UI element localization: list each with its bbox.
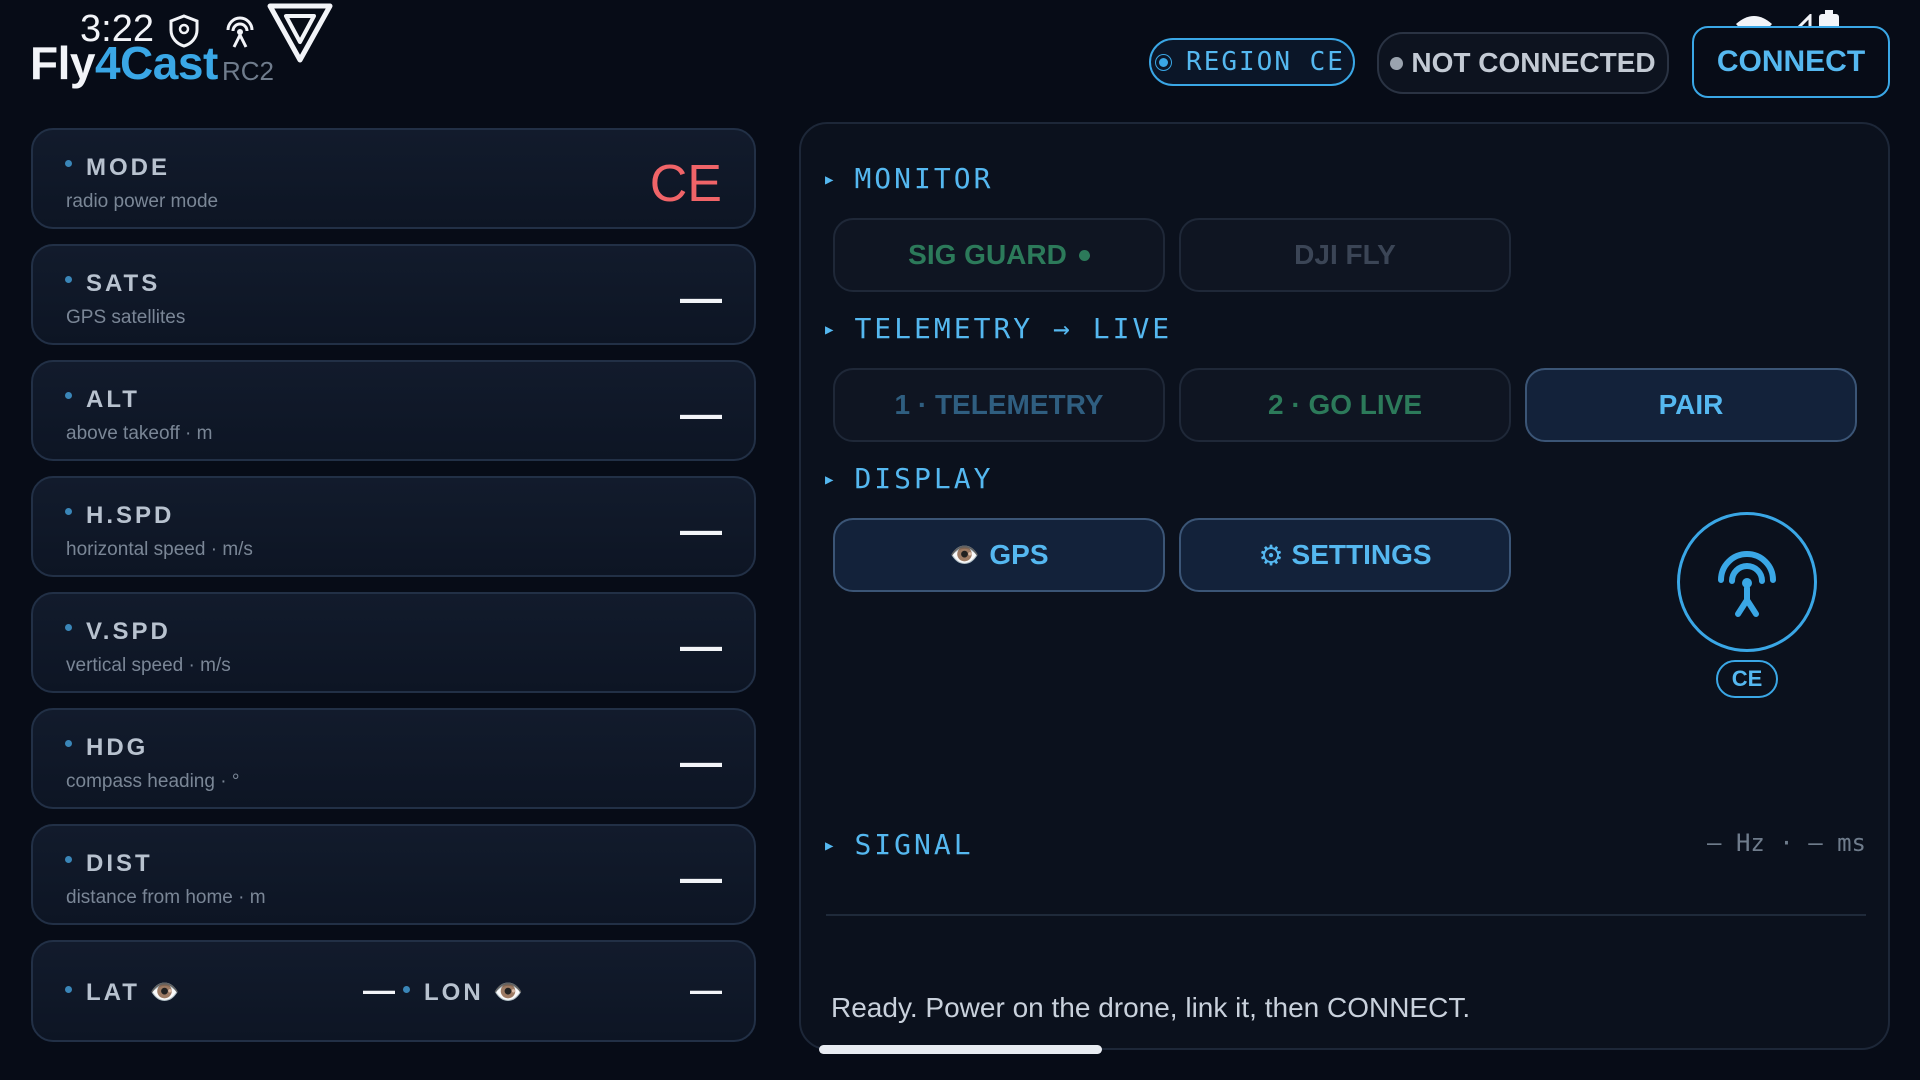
brand-model: RC2	[222, 56, 275, 86]
dji-fly-button[interactable]: DJI FLY	[1179, 218, 1511, 292]
gps-label: GPS	[989, 539, 1049, 570]
stat-label-text: V.SPD	[86, 618, 171, 645]
go-live-button[interactable]: 2 · GO LIVE	[1179, 368, 1511, 442]
control-panel: ▶ MONITOR SIG GUARD DJI FLY ▶ TELEMETRY → …	[799, 122, 1890, 1050]
stat-label-text: SATS	[86, 270, 161, 297]
region-dot-icon	[1159, 57, 1169, 67]
section-telemetry: ▶ TELEMETRY → LIVE	[825, 312, 1172, 345]
radio-link-button[interactable]	[1677, 512, 1817, 652]
hotspot-icon	[220, 12, 260, 55]
status-dot-icon	[1078, 249, 1090, 261]
stat-card-latlon: LAT 👁️ — LON 👁️ —	[31, 940, 756, 1042]
region-label: REGION CE	[1186, 47, 1345, 77]
section-signal: ▶ SIGNAL	[825, 828, 974, 861]
status-dot-icon	[1390, 56, 1404, 70]
connection-status: NOT CONNECTED	[1377, 32, 1669, 94]
gps-button[interactable]: 👁️ GPS	[833, 518, 1165, 592]
lat-label: LAT 👁️	[65, 978, 179, 1007]
stat-value-mode: CE	[649, 155, 722, 213]
lat-value: —	[363, 972, 395, 1008]
lat-label-text: LAT	[86, 979, 140, 1006]
bullet-icon	[65, 508, 72, 516]
signal-readout: — Hz · — ms	[1707, 829, 1866, 857]
bullet-icon	[65, 740, 72, 748]
stat-label: MODE	[65, 154, 170, 182]
settings-label: SETTINGS	[1291, 539, 1432, 570]
brand-name-part2: 4Cast	[94, 37, 218, 89]
stat-sublabel: distance from home · m	[66, 887, 266, 908]
stat-value-alt: —	[680, 390, 722, 437]
section-display: ▶ DISPLAY	[825, 462, 993, 495]
bullet-icon	[65, 276, 72, 284]
stat-sublabel: above takeoff · m	[66, 423, 213, 444]
gear-icon: ⚙	[1258, 539, 1284, 571]
stat-label-text: H.SPD	[86, 502, 175, 529]
expand-triangle-icon: ▶	[825, 838, 837, 854]
bullet-icon	[65, 392, 72, 400]
bullet-icon	[65, 624, 72, 632]
connect-button[interactable]: CONNECT	[1692, 26, 1890, 98]
antenna-icon	[1718, 551, 1776, 617]
stat-sublabel: horizontal speed · m/s	[66, 539, 253, 560]
section-title: DISPLAY	[854, 462, 994, 495]
stat-label-text: HDG	[86, 734, 149, 761]
telemetry-step-button[interactable]: 1 · TELEMETRY	[833, 368, 1165, 442]
expand-triangle-icon: ▶	[825, 172, 837, 188]
stat-sublabel: compass heading · °	[66, 771, 240, 792]
stat-label: ALT	[65, 386, 140, 414]
app-brand: Fly4Cast	[30, 36, 218, 90]
connection-status-label: NOT CONNECTED	[1411, 47, 1656, 78]
bullet-icon	[65, 986, 72, 994]
stat-value-sats: —	[680, 274, 722, 321]
stat-card-sats: SATS GPS satellites —	[31, 244, 756, 345]
stat-card-dist: DIST distance from home · m —	[31, 824, 756, 925]
stat-label-text: ALT	[86, 386, 140, 413]
stat-label: DIST	[65, 850, 153, 878]
stat-label: SATS	[65, 270, 160, 298]
stat-sublabel: radio power mode	[66, 191, 219, 212]
region-indicator[interactable]: REGION CE	[1149, 38, 1355, 86]
stat-card-alt: ALT above takeoff · m —	[31, 360, 756, 461]
stat-label: HDG	[65, 734, 148, 762]
brand-name-part1: Fly	[30, 37, 95, 89]
expand-triangle-icon: ▶	[825, 472, 837, 488]
stat-label: H.SPD	[65, 502, 174, 530]
region-badge: CE	[1716, 660, 1778, 698]
stat-sublabel: vertical speed · m/s	[66, 655, 231, 676]
lon-label: LON 👁️	[403, 978, 523, 1007]
app-logo-icon	[266, 2, 334, 69]
lon-value: —	[690, 972, 722, 1008]
bullet-icon	[65, 856, 72, 864]
section-title: SIGNAL	[854, 828, 974, 861]
bullet-icon	[65, 160, 72, 168]
settings-button[interactable]: ⚙ SETTINGS	[1179, 518, 1511, 592]
divider	[826, 914, 1866, 916]
stat-card-mode: MODE radio power mode CE	[31, 128, 756, 229]
lat-eye-icon[interactable]: 👁️	[150, 979, 180, 1006]
expand-triangle-icon: ▶	[825, 322, 837, 338]
stat-label-text: MODE	[86, 154, 170, 181]
pair-button[interactable]: PAIR	[1525, 368, 1857, 442]
stat-card-hspd: H.SPD horizontal speed · m/s —	[31, 476, 756, 577]
bullet-icon	[403, 986, 410, 994]
sig-guard-button[interactable]: SIG GUARD	[833, 218, 1165, 292]
stat-label-text: DIST	[86, 850, 153, 877]
section-monitor: ▶ MONITOR	[825, 162, 993, 195]
lon-eye-icon[interactable]: 👁️	[493, 979, 523, 1006]
status-message: Ready. Power on the drone, link it, then…	[831, 992, 1471, 1023]
stat-value-dist: —	[680, 854, 722, 901]
section-title: MONITOR	[854, 162, 994, 195]
stat-value-vspd: —	[680, 622, 722, 669]
lon-label-text: LON	[424, 979, 484, 1006]
section-title: TELEMETRY → LIVE	[854, 312, 1173, 345]
sig-guard-label: SIG GUARD	[908, 239, 1067, 270]
home-indicator[interactable]	[819, 1045, 1102, 1054]
eye-icon: 👁️	[949, 541, 980, 569]
stat-value-hdg: —	[680, 738, 722, 785]
stat-label: V.SPD	[65, 618, 171, 646]
stat-card-vspd: V.SPD vertical speed · m/s —	[31, 592, 756, 693]
stat-card-hdg: HDG compass heading · ° —	[31, 708, 756, 809]
stat-sublabel: GPS satellites	[66, 307, 186, 328]
stat-value-hspd: —	[680, 506, 722, 553]
